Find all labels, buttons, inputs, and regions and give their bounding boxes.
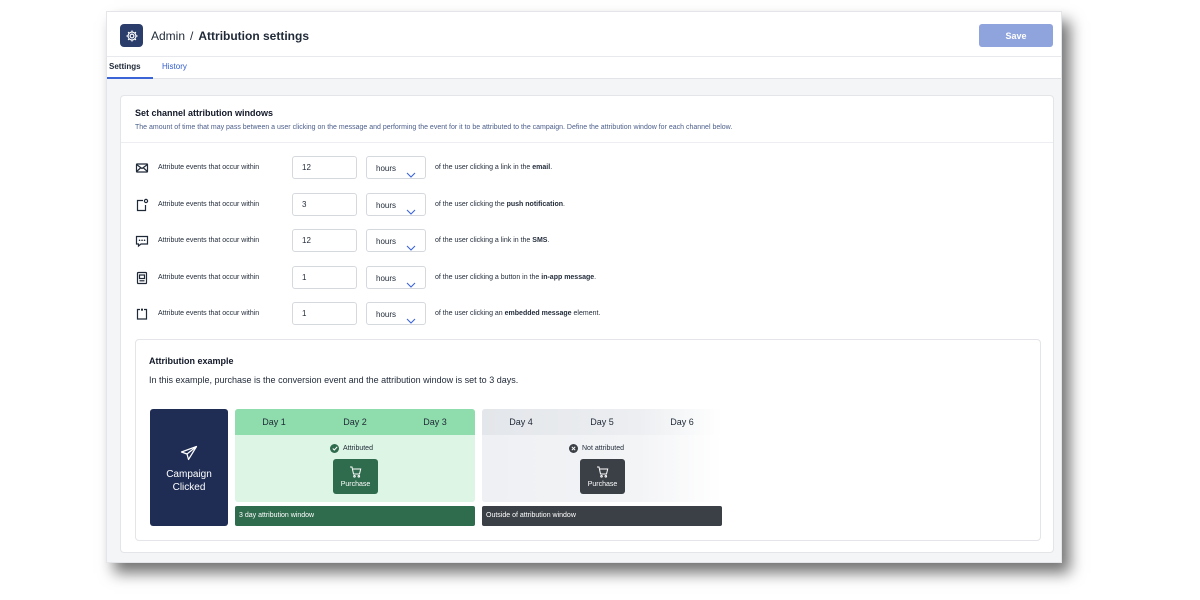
active-tab-indicator [107,77,153,79]
in-app-message-icon [135,271,149,285]
day-label: Day 5 [590,417,614,427]
embedded-window-input[interactable] [292,302,357,325]
day-label: Day 3 [423,417,447,427]
breadcrumb: Admin / Attribution settings [151,29,309,43]
attribution-example: Attribution example In this example, pur… [135,339,1041,541]
row-suffix: of the user clicking a link in the email… [435,164,553,171]
row-suffix: of the user clicking a button in the in-… [435,274,597,281]
campaign-clicked-box: Campaign Clicked [150,409,228,526]
attributed-status: Attributed [330,444,373,453]
unit-value: hours [376,274,397,283]
not-attributed-status: Not attributed [569,444,624,453]
attributed-zone: Day 1 Day 2 Day 3 Attributed Purchase [235,409,475,502]
channel-row-push: Attribute events that occur within hours… [135,193,735,217]
row-label: Attribute events that occur within [158,310,260,317]
day-label: Day 1 [262,417,286,427]
gear-icon [120,24,143,47]
tab-settings[interactable]: Settings [109,62,141,71]
chevron-down-icon [406,202,416,220]
row-label: Attribute events that occur within [158,237,260,244]
in-app-window-input[interactable] [292,266,357,289]
channel-row-email: Attribute events that occur within hours… [135,156,735,180]
unit-value: hours [376,237,397,246]
outside-days-header: Day 4 Day 5 Day 6 [482,409,722,435]
row-label: Attribute events that occur within [158,274,260,281]
in-app-unit-select[interactable]: hours [366,266,426,289]
email-window-input[interactable] [292,156,357,179]
channel-row-embedded: Attribute events that occur within hours… [135,302,735,326]
page-header: Admin / Attribution settings Save [107,12,1061,57]
chevron-down-icon [406,238,416,256]
channel-row-sms: Attribute events that occur within hours… [135,229,735,253]
example-description: In this example, purchase is the convers… [149,375,519,385]
divider [121,142,1053,143]
unit-value: hours [376,201,397,210]
row-suffix: of the user clicking a link in the SMS. [435,237,550,244]
campaign-clicked-label: Campaign Clicked [166,469,212,493]
purchase-label: Purchase [340,481,371,488]
embedded-message-icon [135,307,149,321]
day-label: Day 6 [670,417,694,427]
section-title: Set channel attribution windows [135,108,274,118]
push-window-input[interactable] [292,193,357,216]
page-title: Attribution settings [198,29,310,43]
embedded-unit-select[interactable]: hours [366,302,426,325]
push-notification-icon [135,198,149,212]
attribution-windows-card: Set channel attribution windows The amou… [120,95,1054,553]
purchase-event-outside: Purchase [580,459,625,494]
chevron-down-icon [406,275,416,293]
day-label: Day 2 [343,417,367,427]
row-suffix: of the user clicking the push notificati… [435,201,565,208]
sms-icon [135,234,149,248]
outside-window-bar: Outside of attribution window [482,506,722,526]
row-suffix: of the user clicking an embedded message… [435,310,601,317]
sms-unit-select[interactable]: hours [366,229,426,252]
email-unit-select[interactable]: hours [366,156,426,179]
push-unit-select[interactable]: hours [366,193,426,216]
save-button[interactable]: Save [979,24,1053,47]
paper-plane-icon [180,445,198,466]
tab-history[interactable]: History [162,62,187,71]
attribution-window-bar: 3 day attribution window [235,506,475,526]
breadcrumb-separator: / [190,29,194,43]
purchase-event-attributed: Purchase [333,459,378,494]
unit-value: hours [376,164,397,173]
outside-zone: Day 4 Day 5 Day 6 Not attributed Purchas… [482,409,722,502]
section-description: The amount of time that may pass between… [135,124,733,131]
unit-value: hours [376,310,397,319]
email-icon [135,161,149,175]
chevron-down-icon [406,165,416,183]
x-circle-icon [569,444,578,453]
app-window: Admin / Attribution settings Save Settings… [106,11,1062,563]
sms-window-input[interactable] [292,229,357,252]
purchase-label: Purchase [587,481,618,488]
attributed-days-header: Day 1 Day 2 Day 3 [235,409,475,435]
row-label: Attribute events that occur within [158,201,260,208]
chevron-down-icon [406,311,416,329]
example-title: Attribution example [149,356,234,366]
channel-row-in-app: Attribute events that occur within hours… [135,266,735,290]
tab-bar: Settings History [107,57,1061,79]
breadcrumb-parent[interactable]: Admin [151,29,185,43]
row-label: Attribute events that occur within [158,164,260,171]
day-label: Day 4 [509,417,533,427]
check-circle-icon [330,444,339,453]
